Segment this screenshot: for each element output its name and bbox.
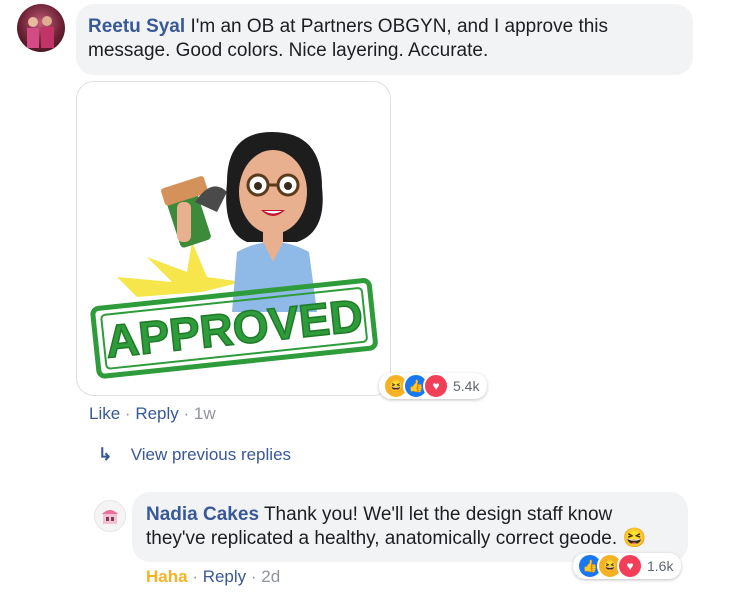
comment-author[interactable]: Reetu Syal [88,16,185,37]
reply-avatar[interactable] [94,500,126,532]
love-icon: ♥ [423,373,449,399]
comment-reactions[interactable]: 😆 👍 ♥ 5.4k [379,373,488,399]
separator: · [192,567,203,586]
separator: · [183,404,194,423]
comment-bubble: Reetu Syal I'm an OB at Partners OBGYN, … [76,4,693,75]
reply-author[interactable]: Nadia Cakes [146,504,259,525]
approved-sticker[interactable]: APPROVED [76,81,391,396]
reply-actions: Haha · Reply · 2d [146,567,280,587]
separator: · [250,567,262,586]
comment-actions: Like · Reply · 1w [89,404,216,424]
separator: · [124,404,136,423]
reply-button[interactable]: Reply [135,404,178,423]
view-previous-replies[interactable]: ↳ View previous replies [98,445,291,465]
commenter-avatar[interactable] [17,4,65,52]
reaction-count: 1.6k [647,558,674,574]
comment-timestamp[interactable]: 1w [194,404,216,423]
haha-reaction-button[interactable]: Haha [146,567,188,586]
like-button[interactable]: Like [89,404,120,423]
reaction-count: 5.4k [453,378,480,394]
reply-button[interactable]: Reply [203,567,246,586]
reply-arrow-icon: ↳ [98,445,113,464]
view-previous-label: View previous replies [130,445,292,464]
laughing-emoji-icon: 😆 [622,528,647,549]
reply-reactions[interactable]: 👍 😆 ♥ 1.6k [573,553,682,579]
love-icon: ♥ [617,553,643,579]
reply-bubble: Nadia Cakes Thank you! We'll let the des… [132,492,688,562]
reply-timestamp[interactable]: 2d [261,567,280,586]
